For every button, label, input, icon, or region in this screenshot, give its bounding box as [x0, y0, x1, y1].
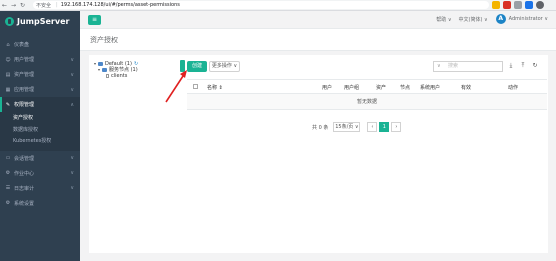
asset-icon — [106, 74, 109, 78]
chevron-down-icon: ∨ — [70, 170, 74, 176]
table-header: 名称 ⇕ 用户 用户组 资产 节点 系统用户 有效 动作 — [187, 79, 547, 94]
sidebar-item-users[interactable]: ☺ 用户管理 ∨ — [0, 52, 80, 67]
extension-icon[interactable] — [492, 1, 500, 9]
reload-icon[interactable]: ↻ — [18, 1, 27, 10]
sidebar: JumpServer ⌂ 仪表盘 ☺ 用户管理 ∨ ▤ 资产管理 ∨ ▦ 应用管… — [0, 11, 80, 261]
search-input[interactable]: ∨ 搜索 — [433, 61, 503, 72]
node-tree: ▾ Default (1) ↻ ▾ 服务节点 (1) clients — [94, 61, 138, 79]
apps-icon: ▦ — [5, 86, 11, 93]
page-button-current[interactable]: 1 — [379, 122, 390, 132]
search-placeholder: 搜索 — [448, 63, 459, 69]
sidebar-item-label: 日志审计 — [14, 185, 35, 192]
sidebar-item-settings[interactable]: ⚙ 系统设置 — [0, 196, 80, 211]
prev-page-button[interactable]: ‹ — [367, 122, 378, 132]
sidebar-subitem-database-permission[interactable]: 数据库授权 — [0, 124, 80, 136]
chevron-down-icon: ∨ — [70, 185, 74, 191]
browser-toolbar: ← → ↻ 不安全 | 192.168.174.128/ui/#/perms/a… — [0, 0, 556, 11]
column-name[interactable]: 名称 ⇕ — [207, 84, 223, 91]
empty-table-row: 暂无数据 — [187, 94, 547, 110]
page-heading: 资产授权 — [80, 29, 556, 51]
chevron-down-icon: ∨ — [70, 155, 74, 161]
back-icon[interactable]: ← — [0, 1, 9, 10]
brand-logo[interactable]: JumpServer — [0, 11, 80, 32]
chevron-down-icon: ∨ — [70, 56, 74, 63]
sidebar-item-sessions[interactable]: ▭ 会话管理 ∨ — [0, 151, 80, 166]
extension-icon[interactable] — [503, 1, 511, 9]
sidebar-subitem-asset-permission[interactable]: 资产授权 — [0, 112, 80, 124]
sidebar-item-label: 仪表盘 — [14, 42, 30, 48]
profile-icon[interactable] — [536, 1, 544, 9]
folder-icon — [102, 68, 107, 72]
jobs-icon: ⚙ — [5, 170, 11, 176]
tree-node-label: clients — [111, 73, 128, 79]
total-count: 共 0 条 — [312, 124, 329, 131]
folder-icon — [98, 62, 103, 66]
sidebar-item-assets[interactable]: ▤ 资产管理 ∨ — [0, 67, 80, 82]
sidebar-item-jobs[interactable]: ⚙ 作业中心 ∨ — [0, 166, 80, 181]
brand-name: JumpServer — [17, 17, 70, 26]
menu-toggle-icon[interactable]: ≡ — [88, 15, 101, 25]
create-button[interactable]: 创建 — [187, 61, 207, 72]
audit-icon: ☰ — [5, 185, 11, 191]
sidebar-item-label: 作业中心 — [14, 170, 35, 177]
sidebar-item-label: 系统设置 — [14, 200, 35, 207]
page-title: 资产授权 — [90, 36, 118, 44]
tree-node-leaf[interactable]: clients — [94, 73, 138, 79]
sidebar-item-label: 资产管理 — [14, 72, 35, 78]
import-icon[interactable]: ⤒ — [518, 61, 528, 71]
sidebar-subitem-kubernetes-permission[interactable]: Kubernetes授权 — [0, 135, 80, 147]
chevron-down-icon: ∨ — [70, 86, 74, 93]
url-separator: | — [56, 2, 58, 8]
next-page-button[interactable]: › — [391, 122, 402, 132]
dashboard-icon: ⌂ — [6, 41, 10, 48]
assets-icon: ▤ — [5, 71, 11, 78]
search-field-select-icon[interactable]: ∨ — [437, 62, 441, 71]
sessions-icon: ▭ — [5, 155, 11, 161]
settings-icon: ⚙ — [5, 200, 11, 206]
extension-icon[interactable] — [525, 1, 533, 9]
sidebar-item-permissions[interactable]: ✎ 权限管理 ∧ — [0, 97, 80, 112]
chevron-up-icon: ∧ — [70, 101, 74, 108]
sidebar-item-label: 用户管理 — [14, 57, 35, 63]
permissions-icon: ✎ — [5, 101, 11, 108]
extension-icon[interactable] — [514, 1, 522, 9]
help-menu[interactable]: 帮助 ∨ — [436, 16, 451, 23]
sidebar-item-label: 会话管理 — [14, 155, 35, 162]
top-navbar: ≡ 帮助 ∨ 中文(简体) ∨ A Administrator ∨ — [80, 11, 556, 29]
pagination: 共 0 条 15条/页 ∨ ‹ 1 › — [312, 122, 402, 132]
address-bar[interactable]: 不安全 | 192.168.174.128/ui/#/perms/asset-p… — [33, 1, 489, 9]
forward-icon[interactable]: → — [9, 1, 18, 10]
tree-collapse-handle[interactable] — [180, 60, 185, 72]
export-icon[interactable]: ⤓ — [506, 61, 516, 71]
refresh-table-icon[interactable]: ↻ — [530, 61, 540, 71]
column-assets: 资产 — [376, 85, 387, 91]
column-nodes: 节点 — [400, 85, 411, 91]
security-warning[interactable]: 不安全 — [36, 2, 51, 9]
url-text: 192.168.174.128/ui/#/perms/asset-permiss… — [60, 2, 180, 8]
column-users: 用户 — [322, 85, 333, 91]
select-all-checkbox[interactable] — [193, 84, 198, 89]
chevron-down-icon: ∨ — [70, 71, 74, 78]
batch-actions-dropdown[interactable]: 更多操作 ∨ — [209, 61, 240, 72]
column-user-groups: 用户组 — [344, 85, 360, 91]
sidebar-item-dashboard[interactable]: ⌂ 仪表盘 — [0, 37, 80, 52]
avatar[interactable]: A — [495, 14, 506, 24]
sidebar-item-applications[interactable]: ▦ 应用管理 ∨ — [0, 82, 80, 97]
users-icon: ☺ — [5, 56, 11, 63]
language-select[interactable]: 中文(简体) ∨ — [459, 16, 488, 23]
column-system-users: 系统用户 — [420, 85, 441, 91]
jumpserver-logo-icon — [5, 17, 14, 26]
permissions-submenu: 资产授权 数据库授权 Kubernetes授权 — [0, 112, 80, 147]
page-size-select[interactable]: 15条/页 ∨ — [333, 122, 361, 132]
column-actions: 动作 — [508, 85, 519, 91]
sidebar-item-audit[interactable]: ☰ 日志审计 ∨ — [0, 181, 80, 196]
column-active: 有效 — [461, 85, 472, 91]
user-menu[interactable]: Administrator ∨ — [509, 16, 548, 22]
sidebar-item-label: 权限管理 — [14, 102, 35, 108]
sidebar-item-label: 应用管理 — [14, 87, 35, 93]
